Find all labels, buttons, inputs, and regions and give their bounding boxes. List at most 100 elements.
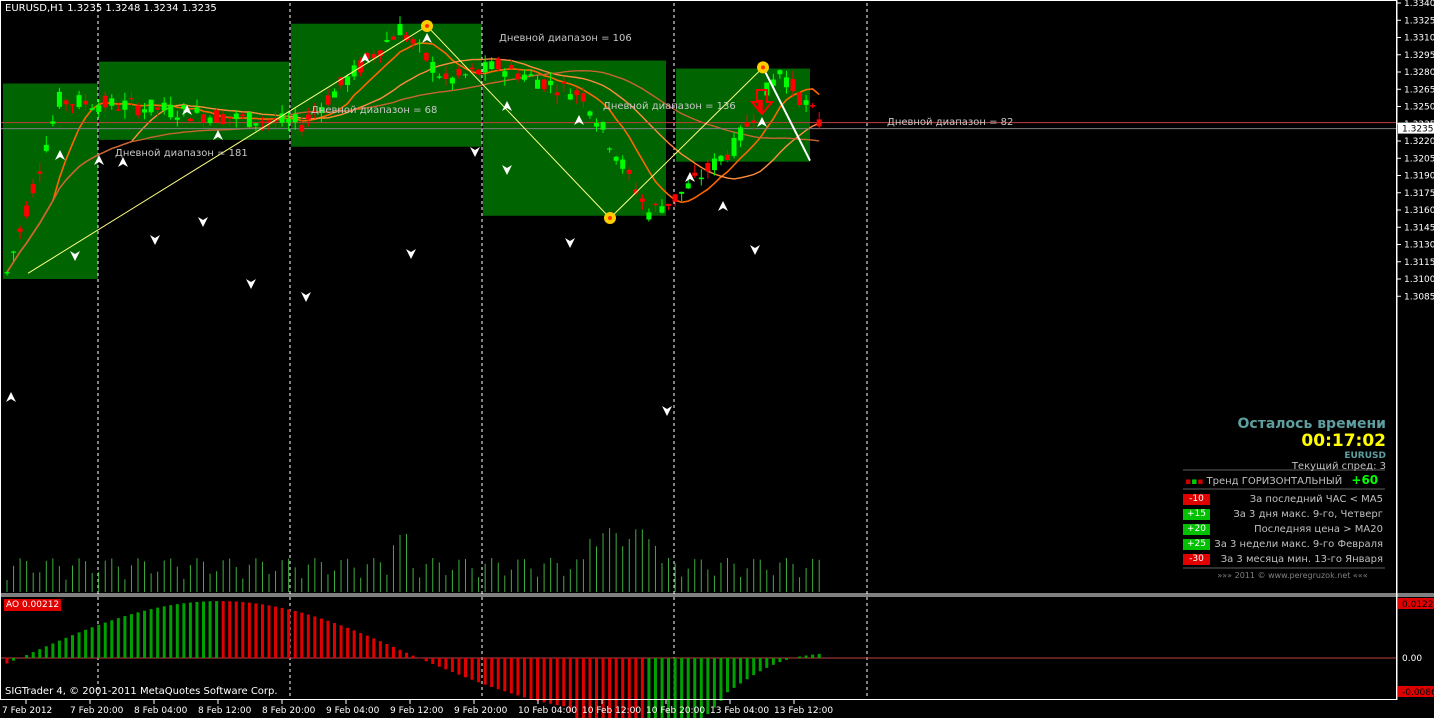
candle-body [30,183,36,194]
candle-body [168,104,174,118]
time-tick-label: 10 Feb 12:00 [582,706,641,716]
candle-body [397,24,403,36]
candle-body [325,95,331,105]
candle-body [738,127,744,141]
price-tick-label: 1.3265 [1404,85,1434,95]
candle-body [443,73,449,80]
current-price-label: 1.3235 [1402,125,1434,135]
ao-label: AO 0.00212 [4,599,62,611]
candle-body [626,169,632,174]
price-tick-label: 1.3085 [1404,292,1434,302]
time-tick-label: 7 Feb 2012 [2,706,52,716]
price-tick-label: 1.3115 [1404,258,1434,268]
candle-body [128,98,134,100]
candle-body [96,105,102,112]
candle-body [122,100,128,110]
candle-body [731,137,737,156]
candle-body [292,114,298,123]
candle-body [187,118,193,122]
candle-body [554,92,560,96]
ao-axis-label: 0.01222 [1402,600,1434,610]
trend-factor-row: +15 За 3 дня макс. 9-го, Четверг [1183,508,1385,522]
candle-body [711,158,717,171]
candle-body [469,67,475,70]
candle-body [567,94,573,100]
panel-footer: »»» 2011 © www.peregruzok.net ««« [1217,571,1368,580]
remaining-title: Осталось времени [1237,416,1386,432]
daily-range-label: Дневной диапазон = 136 [603,101,736,112]
candle-body [548,80,554,86]
candle-body [259,121,265,123]
candle-body [535,79,541,89]
fractal-down-icon [198,217,208,227]
ao-axis-label: 0.00 [1402,654,1422,664]
candle-body [613,156,619,161]
candle-body [816,119,822,127]
time-tick-label: 7 Feb 20:00 [70,706,124,716]
daily-range-box [3,83,98,279]
candle-body [76,95,82,107]
candle-body [148,99,154,113]
trend-factor-text: За последний ЧАС < MA5 [1249,494,1383,505]
fractal-up-icon [718,201,728,211]
daily-range-box [676,68,810,162]
time-tick-label: 13 Feb 12:00 [774,706,833,716]
candle-body [332,91,337,98]
candle-body [410,39,416,44]
trend-factor-badge: +20 [1183,524,1210,535]
candle-body [620,159,626,169]
candle-body [449,77,455,84]
candle-body [56,91,62,107]
price-tick-label: 1.3160 [1404,206,1434,216]
candle-body [652,203,658,206]
candle-body [266,120,272,123]
candle-body [384,40,390,42]
candle-body [705,162,711,172]
trading-chart[interactable]: Дневной диапазон = 181 Дневной диапазон =… [0,0,1434,718]
zigzag-pivot-core [761,65,765,70]
symbol-header: EURUSD,H1 1.3235 1.3248 1.3234 1.3235 [5,3,217,14]
candle-body [115,109,121,111]
trend-factor-text: За 3 месяца мин. 13-го Января [1220,554,1383,565]
daily-range-box [483,60,666,216]
fractal-down-icon [301,292,311,302]
fractal-down-icon [470,147,480,157]
candle-body [220,114,226,125]
trend-factor-badge: -10 [1183,494,1210,505]
trend-factor-row: -30 За 3 месяца мин. 13-го Января [1183,553,1385,567]
daily-range-label: Дневной диапазон = 106 [499,33,632,44]
candle-body [495,59,501,70]
candle-body [482,62,488,73]
time-tick-label: 9 Feb 04:00 [326,706,380,716]
candle-body [476,69,482,74]
candle-body [456,68,462,76]
candle-body [666,203,672,206]
fractal-down-icon [662,406,672,416]
candle-body [489,61,495,70]
candle-body [587,111,593,116]
candle-body [155,107,161,110]
fractal-down-icon [565,238,575,248]
candle-body [594,122,599,127]
fractal-down-icon [406,249,416,259]
candle-body [790,79,796,91]
price-tick-label: 1.3100 [1404,275,1434,285]
candle-body [646,212,652,220]
time-tick-label: 10 Feb 20:00 [646,706,705,716]
candle-body [174,117,180,120]
candle-body [744,122,750,127]
candle-body [194,107,200,113]
trend-factor-badge: +15 [1183,509,1210,520]
current-spread: Текущий спред: 3 [1291,461,1386,472]
candle-body [528,74,534,76]
price-tick-label: 1.3250 [1404,103,1434,113]
candle-body [417,42,423,44]
time-tick-label: 8 Feb 20:00 [262,706,316,716]
price-tick-label: 1.3325 [1404,16,1434,26]
candle-body [797,92,803,106]
fractal-down-icon [150,235,160,245]
candle-body [63,100,69,105]
candle-body [515,73,521,80]
candle-body [692,172,698,176]
candle-body [600,122,606,130]
